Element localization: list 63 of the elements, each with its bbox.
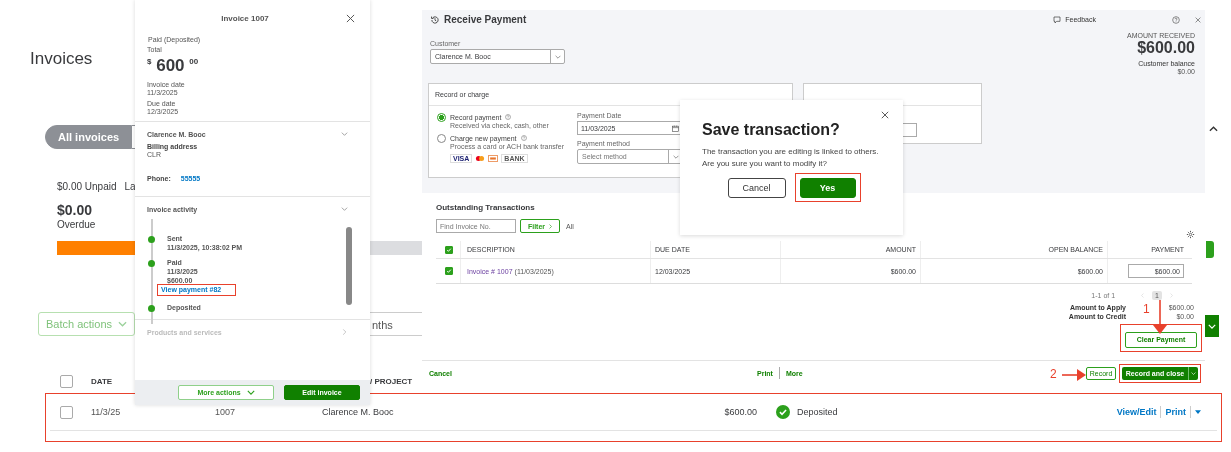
page-title: Invoices (30, 48, 93, 70)
help-icon[interactable] (1172, 15, 1180, 24)
row-checkbox[interactable] (60, 405, 73, 419)
row-checkbox[interactable] (445, 267, 453, 275)
summary-label: La (124, 180, 136, 194)
table-cell-text: Clarence M. Booc (322, 407, 395, 417)
close-icon[interactable] (346, 13, 355, 23)
step-number: 2 (1050, 367, 1057, 381)
chevron-right-icon (549, 223, 553, 229)
expand-button[interactable] (1205, 315, 1219, 337)
caret-down-icon[interactable] (1195, 410, 1201, 414)
chevron-down-icon (672, 154, 679, 159)
step-number: 1 (1143, 302, 1150, 316)
chevron-down-icon (1208, 323, 1216, 329)
settings-icon[interactable] (1186, 229, 1195, 239)
table-cell-text: 11/3/25 (91, 407, 122, 417)
timeline-dot (148, 236, 155, 243)
yes-button[interactable]: Yes (799, 178, 856, 198)
speech-bubble-icon[interactable] (1053, 15, 1062, 24)
chevron-icon[interactable] (341, 207, 348, 211)
section-title: Outstanding Transactions (436, 203, 536, 214)
table-cell-text: $600.00 (723, 407, 757, 417)
timeline-dot (148, 260, 155, 267)
calendar-icon[interactable] (672, 124, 679, 132)
split-dropdown-button[interactable] (1188, 366, 1198, 380)
select-all-checkbox[interactable] (445, 245, 453, 254)
chevron-down-icon (554, 54, 561, 59)
help-icon[interactable] (520, 135, 527, 141)
timeline-dot (148, 305, 155, 312)
unpaid-total: $0.00 Unpaid (57, 180, 117, 194)
chevron-icon[interactable] (341, 132, 348, 136)
close-icon[interactable] (1195, 16, 1201, 23)
card-logo-icon (488, 155, 499, 162)
dialog-title: Save transaction? (702, 121, 841, 139)
chevron-down-icon (246, 390, 255, 395)
chevron-down-icon (118, 321, 127, 327)
column-header[interactable]: / PROJECT (370, 376, 413, 386)
view-edit-link[interactable]: View/Edit (1116, 407, 1157, 417)
panel-title: Invoice 1007 (221, 13, 269, 23)
help-icon[interactable] (505, 114, 512, 120)
circles-logo-icon (475, 155, 486, 162)
filter-tab[interactable]: All invoices (45, 125, 133, 149)
check-circle-icon (776, 405, 790, 419)
close-icon[interactable] (881, 111, 889, 119)
status-text: Deposited (797, 407, 838, 417)
amount-received: $600.00 (1136, 39, 1195, 57)
arrow (1061, 369, 1086, 381)
chevron-down-icon (1191, 371, 1196, 375)
overdue-amount: $0.00 (57, 202, 94, 219)
overdue-label: Overdue (57, 219, 97, 231)
radio-button[interactable] (437, 133, 446, 143)
cancel-button[interactable]: Cancel (727, 178, 786, 198)
history-icon (430, 14, 440, 25)
dialog-message: The transaction you are editing is linked to others. Are you sure you want to modify it? (702, 146, 880, 170)
side-button[interactable] (1206, 241, 1214, 258)
window-title: Receive Payment (444, 14, 527, 25)
chevron-up-icon[interactable] (1209, 126, 1218, 132)
select-all-checkbox[interactable] (60, 374, 73, 388)
column-header[interactable]: DATE (91, 376, 131, 386)
radio-button[interactable] (437, 112, 446, 122)
total-amount: $^{$}$ 600 $^{00}$ (147, 55, 200, 75)
table-cell-text: 1007 (215, 407, 237, 417)
print-link[interactable]: Print (1165, 407, 1186, 417)
